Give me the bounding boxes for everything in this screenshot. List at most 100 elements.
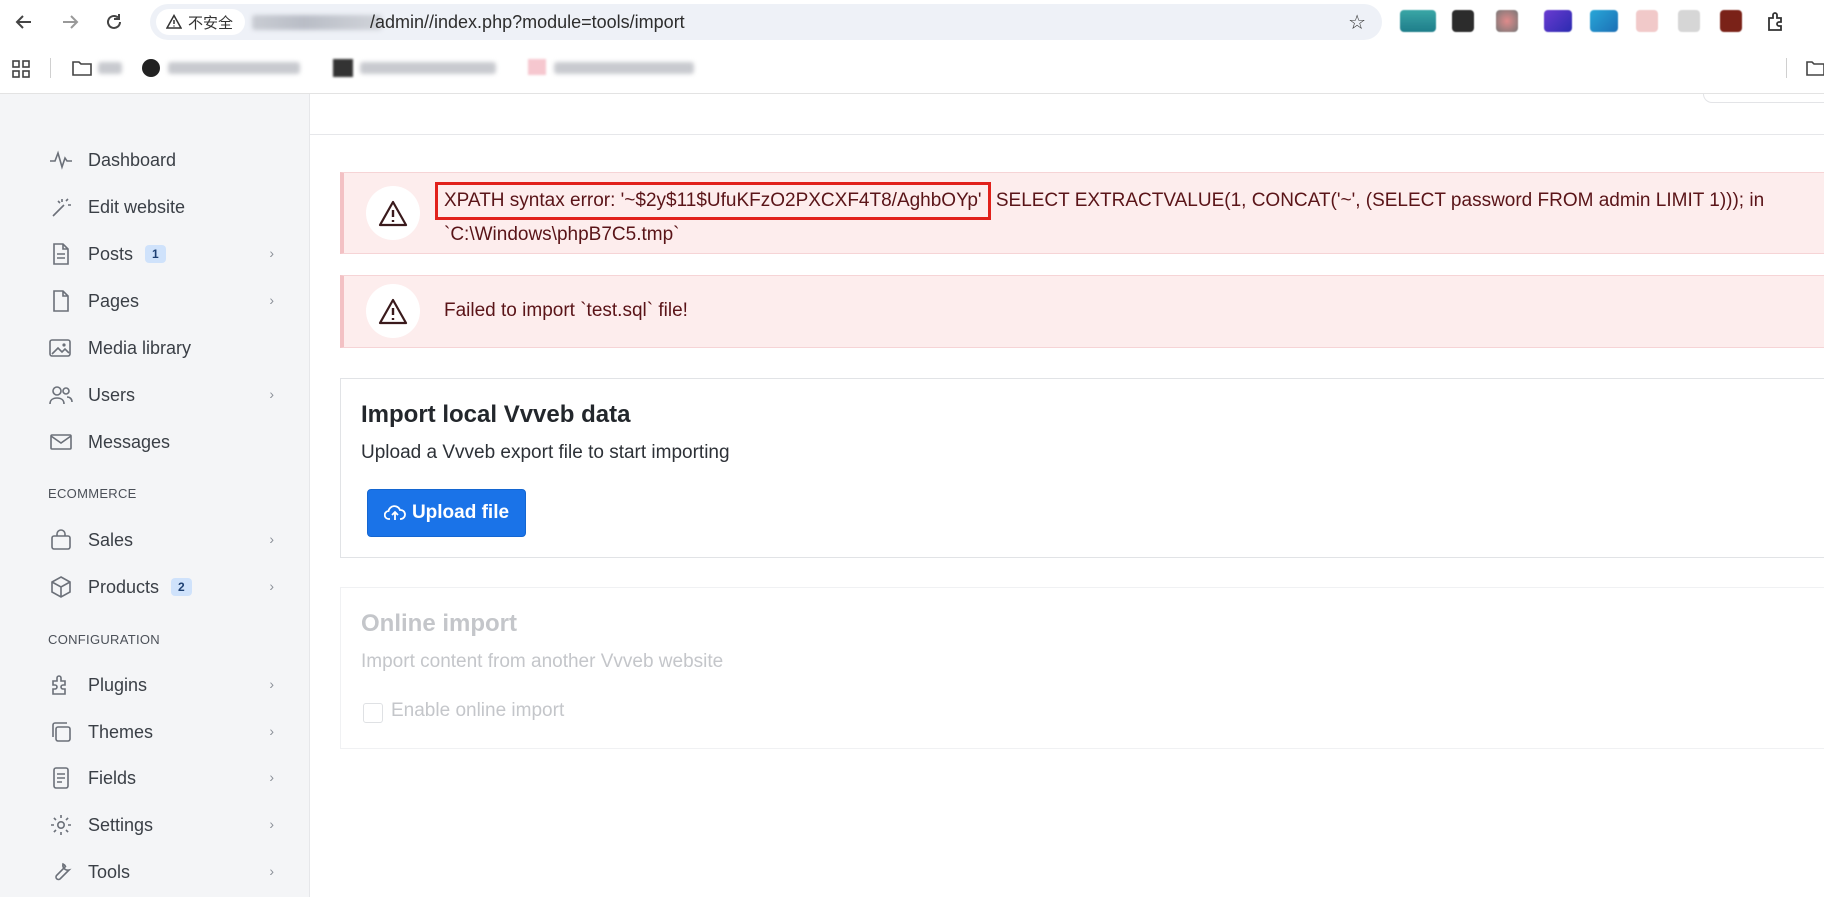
sidebar-item-label: Fields [88, 767, 137, 788]
bookmark-favicon-icon [528, 59, 546, 75]
back-button[interactable] [10, 8, 38, 36]
sidebar-item-tools[interactable]: Tools › [48, 855, 280, 889]
copy-layers-icon [48, 719, 74, 745]
sidebar-item-edit-website[interactable]: Edit website [48, 190, 280, 224]
envelope-icon [48, 429, 74, 455]
sidebar-item-posts[interactable]: Posts 1 › [48, 237, 280, 271]
url-text: /admin//index.php?module=tools/import [370, 12, 685, 32]
other-bookmarks-folder-icon[interactable] [1806, 59, 1824, 77]
sidebar-item-label: Messages [88, 431, 171, 452]
bookmark-blurred[interactable] [554, 62, 694, 74]
sidebar-item-fields[interactable]: Fields › [48, 761, 280, 795]
online-import-card: Online import Import content from anothe… [340, 587, 1824, 749]
bookmark-star-icon[interactable]: ☆ [1348, 10, 1366, 35]
sidebar-item-pages[interactable]: Pages › [48, 284, 280, 318]
sidebar-item-settings[interactable]: Settings › [48, 808, 280, 842]
sidebar-item-label: Pages [88, 290, 140, 311]
forward-arrow-icon [63, 15, 79, 29]
products-count-badge: 2 [171, 578, 192, 596]
warning-triangle-icon [166, 14, 182, 29]
bookmark-blurred[interactable] [360, 62, 496, 74]
sidebar-item-label: Dashboard [88, 149, 177, 170]
chevron-right-icon: › [269, 816, 274, 832]
chevron-right-icon: › [269, 723, 274, 739]
enable-online-import-checkbox[interactable] [363, 703, 383, 723]
apps-grid-icon[interactable] [11, 59, 31, 79]
extensions-button[interactable] [1762, 8, 1790, 36]
extension-icon[interactable] [1544, 10, 1572, 32]
error-alert-xpath: XPATH syntax error: '~$2y$11$UfuKFzO2PXC… [340, 172, 1824, 254]
reload-icon [107, 14, 121, 29]
insecure-label: 不安全 [188, 14, 234, 32]
browser-toolbar: 不安全 /admin//index.php?module=tools/impor… [0, 0, 1824, 44]
chevron-right-icon: › [269, 676, 274, 692]
sidebar-item-label: Themes [88, 721, 154, 742]
sidebar-item-label: Users [88, 384, 136, 405]
error-alert-import-failed: Failed to import `test.sql` file! [340, 275, 1824, 348]
extension-icon[interactable] [1590, 10, 1618, 32]
activity-pulse-icon [48, 147, 74, 173]
extension-icon[interactable] [1400, 10, 1436, 32]
folder-icon[interactable] [72, 59, 92, 77]
card-title: Online import [361, 610, 517, 637]
bookmarks-divider [1786, 58, 1787, 78]
cloud-upload-icon [383, 505, 406, 520]
reload-button[interactable] [100, 8, 128, 36]
security-indicator[interactable]: 不安全 [156, 9, 246, 35]
blurred-host [252, 15, 382, 30]
upload-file-button[interactable]: Upload file [367, 489, 526, 537]
box-icon [48, 574, 74, 600]
chevron-right-icon: › [269, 578, 274, 594]
shopping-bag-icon [48, 527, 74, 553]
forward-button[interactable] [56, 8, 84, 36]
sidebar-item-themes[interactable]: Themes › [48, 715, 280, 749]
extension-icon[interactable] [1496, 10, 1518, 32]
sidebar-item-label: Plugins [88, 674, 148, 695]
card-subtitle: Import content from another Vvveb websit… [361, 651, 724, 672]
sidebar-item-messages[interactable]: Messages [48, 425, 280, 459]
extension-icon[interactable] [1720, 10, 1742, 32]
chevron-right-icon: › [269, 292, 274, 308]
sidebar-item-sales[interactable]: Sales › [48, 523, 280, 557]
sidebar-item-products[interactable]: Products 2 › [48, 570, 280, 604]
section-label-ecommerce: ECOMMERCE [48, 486, 137, 501]
address-bar[interactable]: 不安全 /admin//index.php?module=tools/impor… [150, 4, 1382, 40]
posts-count-badge: 1 [145, 245, 166, 263]
chevron-right-icon: › [269, 863, 274, 879]
sidebar-item-media-library[interactable]: Media library [48, 331, 280, 365]
magic-wand-icon [48, 194, 74, 220]
import-local-card: Import local Vvveb data Upload a Vvveb e… [340, 378, 1824, 558]
checkbox-label: Enable online import [391, 700, 565, 721]
sidebar-item-label: Products [88, 576, 160, 597]
document-icon [48, 241, 74, 267]
image-gallery-icon [48, 335, 74, 361]
puzzle-icon [48, 672, 74, 698]
sidebar-item-dashboard[interactable]: Dashboard [48, 143, 280, 177]
topbar-corner-element [1703, 94, 1824, 103]
bookmarks-divider [50, 58, 51, 78]
section-label-configuration: CONFIGURATION [48, 632, 160, 647]
chevron-right-icon: › [269, 531, 274, 547]
sidebar-item-label: Tools [88, 861, 131, 882]
extension-icon[interactable] [1678, 10, 1700, 32]
bookmark-blurred[interactable] [168, 62, 300, 74]
bookmark-blurred[interactable] [98, 62, 122, 74]
alert-icon-wrapper [366, 186, 420, 240]
chevron-right-icon: › [269, 769, 274, 785]
extension-icon[interactable] [1452, 10, 1474, 32]
sidebar-item-plugins[interactable]: Plugins › [48, 668, 280, 702]
wrench-icon [48, 859, 74, 885]
gear-icon [48, 812, 74, 838]
bookmark-favicon-icon [142, 59, 160, 77]
sidebar-item-label: Media library [88, 337, 192, 358]
sidebar-item-label: Sales [88, 529, 134, 550]
admin-sidebar: Dashboard Edit website Posts 1 › Pages ›… [0, 94, 310, 897]
extension-icon[interactable] [1636, 10, 1658, 32]
warning-triangle-icon [378, 200, 408, 227]
sidebar-item-label: Edit website [88, 196, 186, 217]
sidebar-item-label: Settings [88, 814, 154, 835]
sidebar-item-users[interactable]: Users › [48, 378, 280, 412]
card-title: Import local Vvveb data [361, 401, 631, 428]
bookmarks-bar [0, 50, 1824, 86]
admin-topbar [310, 94, 1824, 135]
